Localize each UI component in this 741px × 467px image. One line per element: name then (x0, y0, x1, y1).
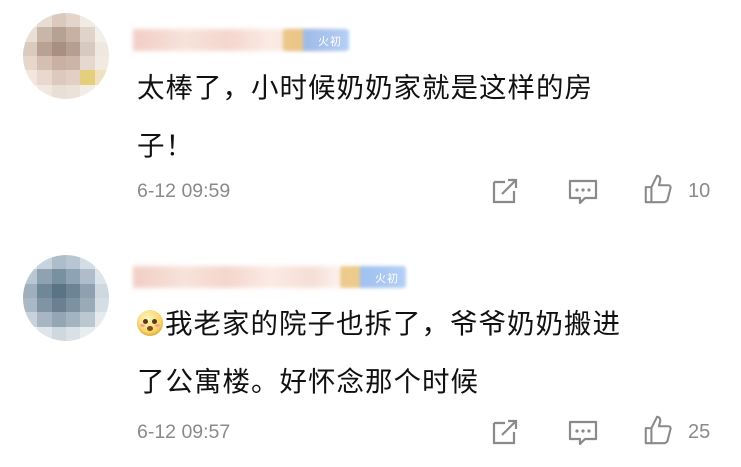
avatar-pixel (37, 312, 52, 327)
avatar-pixel (23, 255, 38, 270)
avatar-pixel (37, 255, 52, 270)
avatar-pixel (51, 326, 66, 341)
comment-time: 6-12 09:57 (137, 421, 231, 443)
comment-text-segment: 我老家的院子也拆了，爷爷奶奶搬进 (165, 308, 621, 340)
avatar[interactable] (23, 255, 109, 341)
avatar-pixel (23, 312, 38, 327)
avatar-pixel (65, 255, 81, 270)
avatar-pixel (80, 283, 95, 298)
avatar-pixel (23, 297, 38, 313)
comment-text-line: 我老家的院子也拆了，爷爷奶奶搬进 (137, 303, 697, 345)
avatar-pixel (65, 312, 81, 327)
avatar-pixel (37, 269, 52, 284)
avatar-pixel (37, 283, 52, 298)
avatar-pixel (94, 283, 109, 298)
avatar-pixel (65, 297, 81, 313)
shy-emoji-icon (137, 310, 163, 336)
avatar-pixel (51, 269, 66, 284)
avatar-pixel (94, 297, 109, 313)
avatar-pixel (65, 269, 81, 284)
avatar-pixel (94, 269, 109, 284)
avatar-pixel (51, 255, 66, 270)
avatar-pixel (80, 269, 95, 284)
comment-icon[interactable] (566, 416, 600, 448)
like-count: 25 (688, 421, 711, 443)
avatar-pixel (65, 283, 81, 298)
avatar-pixel (37, 326, 52, 341)
like-icon[interactable] (641, 414, 675, 446)
avatar-pixel (23, 269, 38, 284)
comment-item: 火初 我老家的院子也拆了，爷爷奶奶搬进 了公寓楼。好怀念那个时候 6-12 09… (0, 0, 741, 467)
comment-text: 我老家的院子也拆了，爷爷奶奶搬进 了公寓楼。好怀念那个时候 (137, 303, 697, 403)
avatar-pixel (23, 283, 38, 298)
share-icon[interactable] (488, 416, 522, 448)
avatar-pixel (51, 297, 66, 313)
avatar-pixel (51, 283, 66, 298)
avatar-pixel (80, 255, 95, 270)
avatar-pixel (80, 297, 95, 313)
avatar-pixel (80, 326, 95, 341)
avatar-pixel (51, 312, 66, 327)
avatar-pixel (94, 312, 109, 327)
avatar-pixel (37, 297, 52, 313)
comment-text-line: 了公寓楼。好怀念那个时候 (137, 366, 479, 398)
avatar-pixel (80, 312, 95, 327)
avatar-pixel (65, 326, 81, 341)
avatar-pixel (94, 326, 109, 341)
avatar-pixel (94, 255, 109, 270)
user-badge-label: 火初 (375, 273, 399, 285)
avatar-pixel (23, 326, 38, 341)
username-blurred[interactable] (133, 266, 343, 288)
